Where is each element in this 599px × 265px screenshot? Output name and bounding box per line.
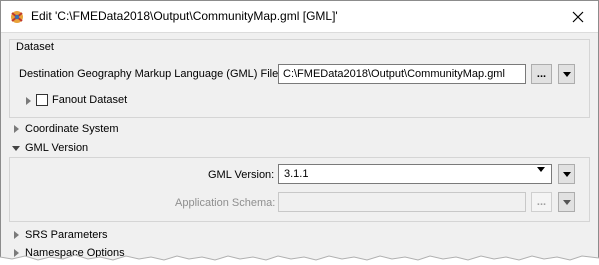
edit-writer-dialog: Edit 'C:\FMEData2018\Output\CommunityMap…: [0, 0, 599, 265]
fanout-expander[interactable]: [23, 96, 33, 106]
dropdown-triangle-icon: [562, 171, 571, 177]
chevron-down-icon: [12, 145, 20, 151]
close-icon: [572, 11, 584, 22]
close-button[interactable]: [558, 1, 598, 32]
schema-options-button[interactable]: [558, 192, 575, 212]
fanout-dataset-label: Fanout Dataset: [52, 94, 128, 106]
gml-version-options-button[interactable]: [558, 164, 575, 184]
gml-version-value: 3.1.1: [284, 168, 309, 180]
fanout-dataset-checkbox[interactable]: [36, 94, 48, 106]
application-schema-label: Application Schema:: [175, 197, 276, 209]
section-srs-parameters[interactable]: SRS Parameters: [11, 227, 108, 243]
section-coordinate-system[interactable]: Coordinate System: [11, 121, 119, 137]
chevron-right-icon: [25, 97, 31, 105]
application-schema-field[interactable]: [278, 192, 526, 212]
dataset-group-title: Dataset: [16, 41, 54, 53]
title-bar: Edit 'C:\FMEData2018\Output\CommunityMap…: [1, 1, 598, 33]
dropdown-triangle-icon: [562, 199, 571, 205]
window-title: Edit 'C:\FMEData2018\Output\CommunityMap…: [31, 9, 338, 23]
section-coordinate-system-label: Coordinate System: [25, 123, 119, 135]
destination-options-button[interactable]: [558, 64, 575, 84]
chevron-right-icon: [13, 231, 19, 239]
section-gml-version-label: GML Version: [25, 142, 89, 154]
gml-version-label: GML Version:: [208, 169, 275, 181]
chevron-right-icon: [13, 125, 19, 133]
destination-file-label: Destination Geography Markup Language (G…: [19, 68, 282, 80]
fme-transformer-icon: [11, 11, 23, 23]
dataset-group: Dataset Destination Geography Markup Lan…: [9, 39, 590, 118]
section-gml-version[interactable]: GML Version: [11, 140, 88, 156]
gml-version-select[interactable]: 3.1.1: [278, 164, 552, 184]
dialog-content: Dataset Destination Geography Markup Lan…: [1, 33, 598, 264]
browse-schema-button[interactable]: ...: [531, 192, 552, 212]
destination-file-field[interactable]: C:\FMEData2018\Output\CommunityMap.gml: [278, 64, 526, 84]
dropdown-triangle-icon: [562, 71, 571, 77]
torn-edge-decoration: [0, 254, 599, 265]
gml-version-group: GML Version: 3.1.1 Application Schema: .…: [9, 157, 590, 222]
chevron-down-icon: [537, 167, 545, 184]
browse-destination-button[interactable]: ...: [531, 64, 552, 84]
section-srs-parameters-label: SRS Parameters: [25, 229, 108, 241]
